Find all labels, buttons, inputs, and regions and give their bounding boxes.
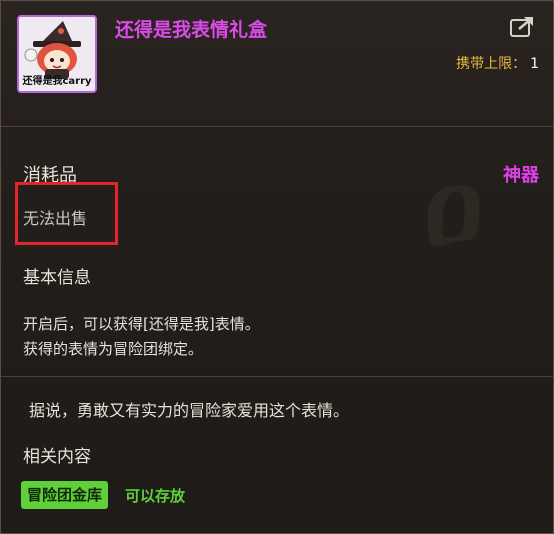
basic-info-heading: 基本信息	[23, 268, 91, 288]
item-tooltip: ዐ 还得是我carry 还得是我表情礼盒 携带上限： 1 消耗品 神器 无法出售…	[0, 0, 554, 534]
icon-caption: 还得是我carry	[22, 76, 92, 87]
carry-limit-label: 携带上限：	[456, 56, 527, 72]
background-watermark: ዐ	[423, 141, 493, 269]
item-title: 还得是我表情礼盒	[115, 19, 268, 41]
highlight-box	[15, 182, 118, 245]
description-line: 开启后，可以获得[还得是我]表情。	[23, 315, 260, 333]
item-rarity: 神器	[503, 165, 539, 186]
related-heading: 相关内容	[23, 447, 91, 467]
storage-badge[interactable]: 冒险团金库	[21, 481, 109, 509]
divider	[1, 376, 553, 377]
basic-info-description: 开启后，可以获得[还得是我]表情。 获得的表情为冒险团绑定。	[23, 312, 260, 362]
flavor-text: 据说，勇敢又有实力的冒险家爱用这个表情。	[29, 401, 350, 420]
item-icon: 还得是我carry	[17, 15, 97, 93]
share-button[interactable]	[509, 15, 535, 39]
share-icon	[510, 17, 533, 37]
carry-limit-value: 1	[530, 56, 539, 72]
description-line: 获得的表情为冒险团绑定。	[23, 340, 204, 358]
divider	[1, 126, 553, 127]
carry-limit: 携带上限： 1	[456, 53, 539, 73]
storage-status: 可以存放	[125, 487, 186, 505]
